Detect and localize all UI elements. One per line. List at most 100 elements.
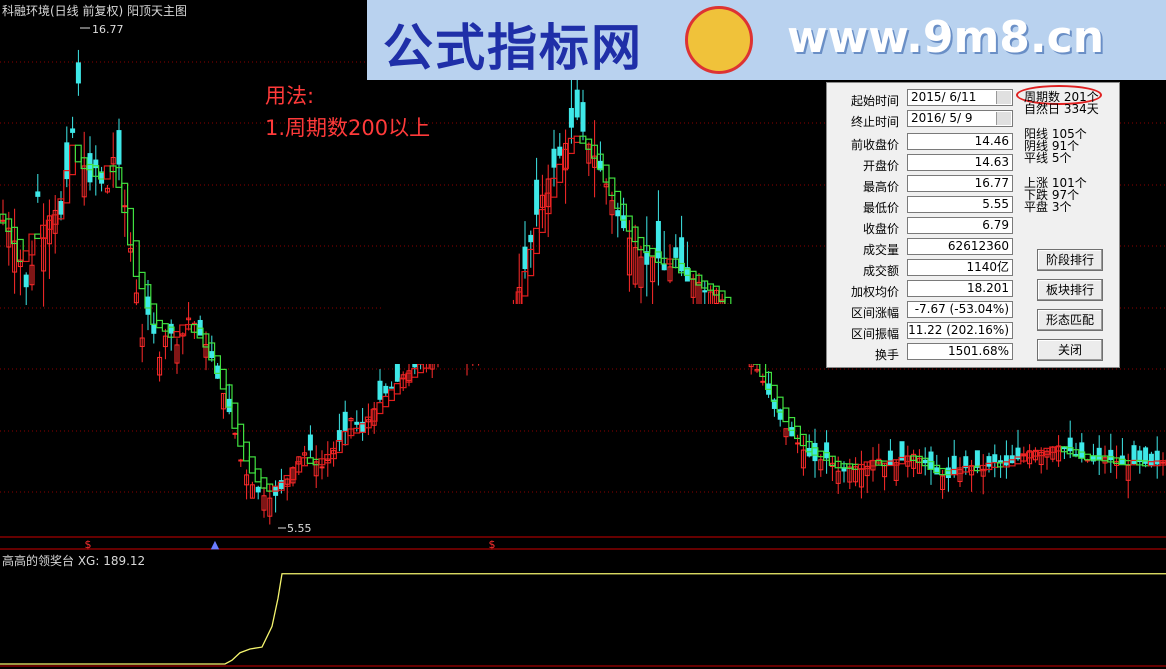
candle-body: [580, 102, 586, 132]
candle: [655, 190, 661, 286]
candle: [17, 249, 23, 296]
candle: [882, 462, 888, 491]
candle: [522, 221, 528, 279]
candle: [829, 456, 835, 482]
candle: [133, 279, 139, 306]
candle: [41, 203, 47, 307]
candle-body: [99, 171, 105, 184]
candle: [151, 312, 157, 344]
candle: [957, 457, 963, 487]
stat-label: 开盘价: [862, 159, 899, 173]
candle: [545, 164, 551, 238]
candle: [673, 234, 679, 269]
stat-value: 5.55: [907, 196, 1013, 213]
candle-body: [928, 451, 934, 470]
candle: [644, 216, 650, 297]
end-date-field[interactable]: 2016/ 5/ 9: [907, 110, 1013, 127]
ladder-step: [376, 402, 384, 415]
ladder-step: [237, 423, 245, 447]
ladder-step: [393, 383, 401, 395]
interval-stats-dialog[interactable]: 起始时间 2015/ 6/11 终止时间 2016/ 5/ 9 前收盘价 14.…: [826, 82, 1120, 368]
close-button[interactable]: 关闭: [1037, 339, 1103, 361]
candle: [203, 331, 209, 371]
candle: [313, 445, 319, 488]
candle: [162, 328, 168, 360]
candle: [197, 315, 203, 336]
candle-body: [551, 148, 557, 168]
date-spin-icon[interactable]: [996, 91, 1011, 104]
sector-rank-button[interactable]: 板块排行: [1037, 279, 1103, 301]
stat-value: 1140亿: [907, 259, 1013, 276]
candle-body: [534, 179, 540, 215]
signal-mark: $: [489, 538, 496, 551]
candle: [586, 142, 592, 177]
candle-body: [1003, 455, 1009, 466]
candle-body: [621, 215, 627, 229]
candle: [1108, 433, 1114, 473]
candle: [818, 454, 824, 477]
candle: [835, 456, 841, 494]
candle-body: [760, 380, 766, 383]
candle: [1027, 444, 1033, 469]
candle: [93, 145, 99, 196]
candle: [220, 392, 226, 419]
stat-label: 最低价: [862, 201, 899, 215]
candle: [331, 441, 337, 467]
candle-body: [661, 264, 667, 271]
stat-value: 62612360: [907, 238, 1013, 255]
stat-label: 前收盘价: [850, 138, 899, 152]
candle: [75, 49, 81, 96]
date-spin-icon[interactable]: [996, 112, 1011, 125]
ladder-step: [138, 271, 146, 290]
ladder-step: [532, 227, 540, 255]
candle-body: [70, 128, 76, 133]
candle: [168, 319, 174, 351]
candle-body: [615, 210, 621, 217]
candle: [70, 116, 76, 139]
candle-body: [522, 246, 528, 270]
natural-days: 自然日 334天: [1024, 102, 1099, 116]
candle: [1044, 449, 1050, 470]
candle: [795, 434, 801, 454]
ladder-step: [68, 144, 76, 176]
candle-body: [255, 486, 261, 493]
stat-label: 收盘价: [862, 222, 899, 236]
candle: [238, 458, 244, 467]
candle: [934, 454, 940, 475]
stat-value: 11.22 (202.16%): [907, 322, 1013, 339]
candle: [1143, 446, 1149, 468]
candle: [1021, 446, 1027, 463]
candle-body: [35, 191, 41, 197]
pattern-match-button[interactable]: 形态匹配: [1037, 309, 1103, 331]
candle-body: [23, 274, 29, 288]
candle: [609, 191, 615, 234]
candle-body: [145, 296, 151, 315]
stage-rank-button[interactable]: 阶段排行: [1037, 249, 1103, 271]
start-date-field[interactable]: 2015/ 6/11: [907, 89, 1013, 106]
candle: [336, 413, 342, 452]
candle: [824, 430, 830, 474]
candle: [0, 199, 6, 226]
candle-body: [377, 380, 383, 400]
candle-body: [151, 323, 157, 334]
ladder-step: [782, 407, 790, 423]
candle-body: [168, 323, 174, 334]
candle: [1102, 445, 1108, 474]
ladder-step: [22, 250, 30, 263]
candle: [128, 232, 134, 262]
candle: [1015, 429, 1021, 461]
candle: [267, 484, 273, 525]
chart-title: 科融环境(日线 前复权) 阳顶天主图: [2, 4, 187, 18]
candle: [870, 447, 876, 482]
signal-mark: ▲: [211, 538, 220, 551]
candle: [922, 447, 928, 476]
candle-body: [0, 219, 6, 222]
candle: [46, 199, 52, 279]
candle: [232, 432, 238, 439]
candle: [371, 401, 377, 434]
candle: [574, 73, 580, 121]
candle: [284, 477, 290, 501]
candle: [800, 435, 806, 476]
candle: [1038, 447, 1044, 474]
candle-body: [319, 466, 325, 469]
